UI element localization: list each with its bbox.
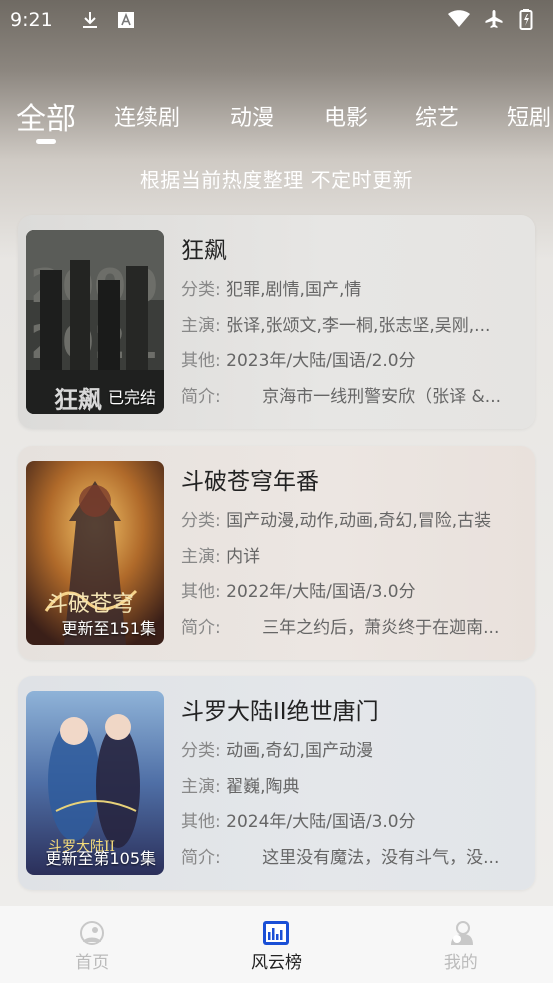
bottom-nav: 首页 风云榜 我的 <box>0 906 553 983</box>
category-label: 分类: <box>181 741 221 761</box>
intro-label: 简介: <box>181 387 221 407</box>
tab-short[interactable]: 短剧 <box>507 100 551 132</box>
cast-value: 内详 <box>226 547 261 567</box>
intro-value: 京海市一线刑警安欣（张译 &... <box>262 387 502 407</box>
tab-anime[interactable]: 动漫 <box>230 100 274 132</box>
nav-home[interactable]: 首页 <box>0 906 184 983</box>
home-icon <box>80 921 105 945</box>
poster-image[interactable]: 2000 2021 狂飙 已完结 <box>26 230 164 414</box>
category-row: 分类: 犯罪,剧情,国产,情 <box>181 275 526 300</box>
status-bar: 9:21 <box>0 0 553 40</box>
list-item[interactable]: 斗罗大陆II 更新至第105集 斗罗大陆II绝世唐门 分类: 动画,奇幻,国产动… <box>18 676 535 890</box>
poster-image[interactable]: 斗罗大陆II 更新至第105集 <box>26 691 164 875</box>
cast-label: 主演: <box>181 316 221 336</box>
intro-label: 简介: <box>181 618 221 638</box>
tab-all[interactable]: 全部 <box>16 94 76 138</box>
other-row: 其他: 2022年/大陆/国语/3.0分 <box>181 577 526 602</box>
other-row: 其他: 2024年/大陆/国语/3.0分 <box>181 807 526 832</box>
other-row: 其他: 2023年/大陆/国语/2.0分 <box>181 346 526 371</box>
category-label: 分类: <box>181 280 221 300</box>
list-item[interactable]: 2000 2021 狂飙 已完结 狂飙 分类: 犯罪,剧情,国产,情 主演: 张… <box>18 215 535 429</box>
poster-badge: 已完结 <box>107 388 156 407</box>
other-value: 2024年/大陆/国语/3.0分 <box>226 812 416 832</box>
cast-label: 主演: <box>181 547 221 567</box>
chart-icon <box>263 921 290 945</box>
nav-ranking-label: 风云榜 <box>250 953 302 973</box>
svg-text:斗破苍穹: 斗破苍穹 <box>46 592 134 617</box>
cast-value: 张译,张颂文,李一桐,张志坚,吴刚,... <box>226 316 491 336</box>
cast-row: 主演: 张译,张颂文,李一桐,张志坚,吴刚,... <box>181 311 526 336</box>
other-label: 其他: <box>181 582 221 602</box>
category-row: 分类: 国产动漫,动作,动画,奇幻,冒险,古装 <box>181 506 526 531</box>
other-value: 2022年/大陆/国语/3.0分 <box>226 582 416 602</box>
svg-text:狂飙: 狂飙 <box>54 386 102 414</box>
other-label: 其他: <box>181 812 221 832</box>
tab-series[interactable]: 连续剧 <box>114 100 180 132</box>
intro-label: 简介: <box>181 848 221 868</box>
cast-row: 主演: 翟巍,陶典 <box>181 772 526 797</box>
intro-row: 简介: 这里没有魔法，没有斗气，没... <box>181 843 526 868</box>
cast-label: 主演: <box>181 777 221 797</box>
category-label: 分类: <box>181 511 221 531</box>
intro-row: 简介: 京海市一线刑警安欣（张译 &... <box>181 382 526 407</box>
category-row: 分类: 动画,奇幻,国产动漫 <box>181 736 526 761</box>
card-title: 狂飙 <box>181 238 227 264</box>
nav-home-label: 首页 <box>75 953 110 973</box>
poster-badge: 更新至第105集 <box>45 849 156 868</box>
airplane-icon <box>483 8 505 30</box>
status-time: 9:21 <box>10 9 53 31</box>
cast-row: 主演: 内详 <box>181 542 526 567</box>
ranking-subtitle: 根据当前热度整理 不定时更新 <box>139 168 414 192</box>
wifi-icon <box>447 8 470 30</box>
intro-value: 这里没有魔法，没有斗气，没... <box>262 848 500 868</box>
download-icon <box>79 9 101 31</box>
category-tabs: 全部 连续剧 动漫 电影 综艺 短剧 <box>0 88 553 148</box>
intro-row: 简介: 三年之约后，萧炎终于在迦南... <box>181 613 526 638</box>
profile-icon <box>450 921 473 945</box>
poster-badge: 更新至151集 <box>61 619 156 638</box>
tab-indicator <box>36 139 56 144</box>
nav-ranking[interactable]: 风云榜 <box>184 906 368 983</box>
category-value: 动画,奇幻,国产动漫 <box>226 741 373 761</box>
other-label: 其他: <box>181 351 221 371</box>
a-box-icon <box>115 9 137 31</box>
category-value: 犯罪,剧情,国产,情 <box>226 280 362 300</box>
tab-movie[interactable]: 电影 <box>324 100 368 132</box>
tab-variety[interactable]: 综艺 <box>415 100 459 132</box>
nav-profile-label: 我的 <box>443 953 478 973</box>
category-value: 国产动漫,动作,动画,奇幻,冒险,古装 <box>226 511 492 531</box>
intro-value: 三年之约后，萧炎终于在迦南... <box>262 618 500 638</box>
poster-image[interactable]: 斗破苍穹 更新至151集 <box>26 461 164 645</box>
nav-profile[interactable]: 我的 <box>369 906 553 983</box>
other-value: 2023年/大陆/国语/2.0分 <box>226 351 416 371</box>
card-title: 斗破苍穹年番 <box>181 469 319 495</box>
cast-value: 翟巍,陶典 <box>226 777 300 797</box>
card-title: 斗罗大陆II绝世唐门 <box>181 699 379 725</box>
battery-icon <box>519 8 541 30</box>
list-item[interactable]: 斗破苍穹 更新至151集 斗破苍穹年番 分类: 国产动漫,动作,动画,奇幻,冒险… <box>18 446 535 660</box>
